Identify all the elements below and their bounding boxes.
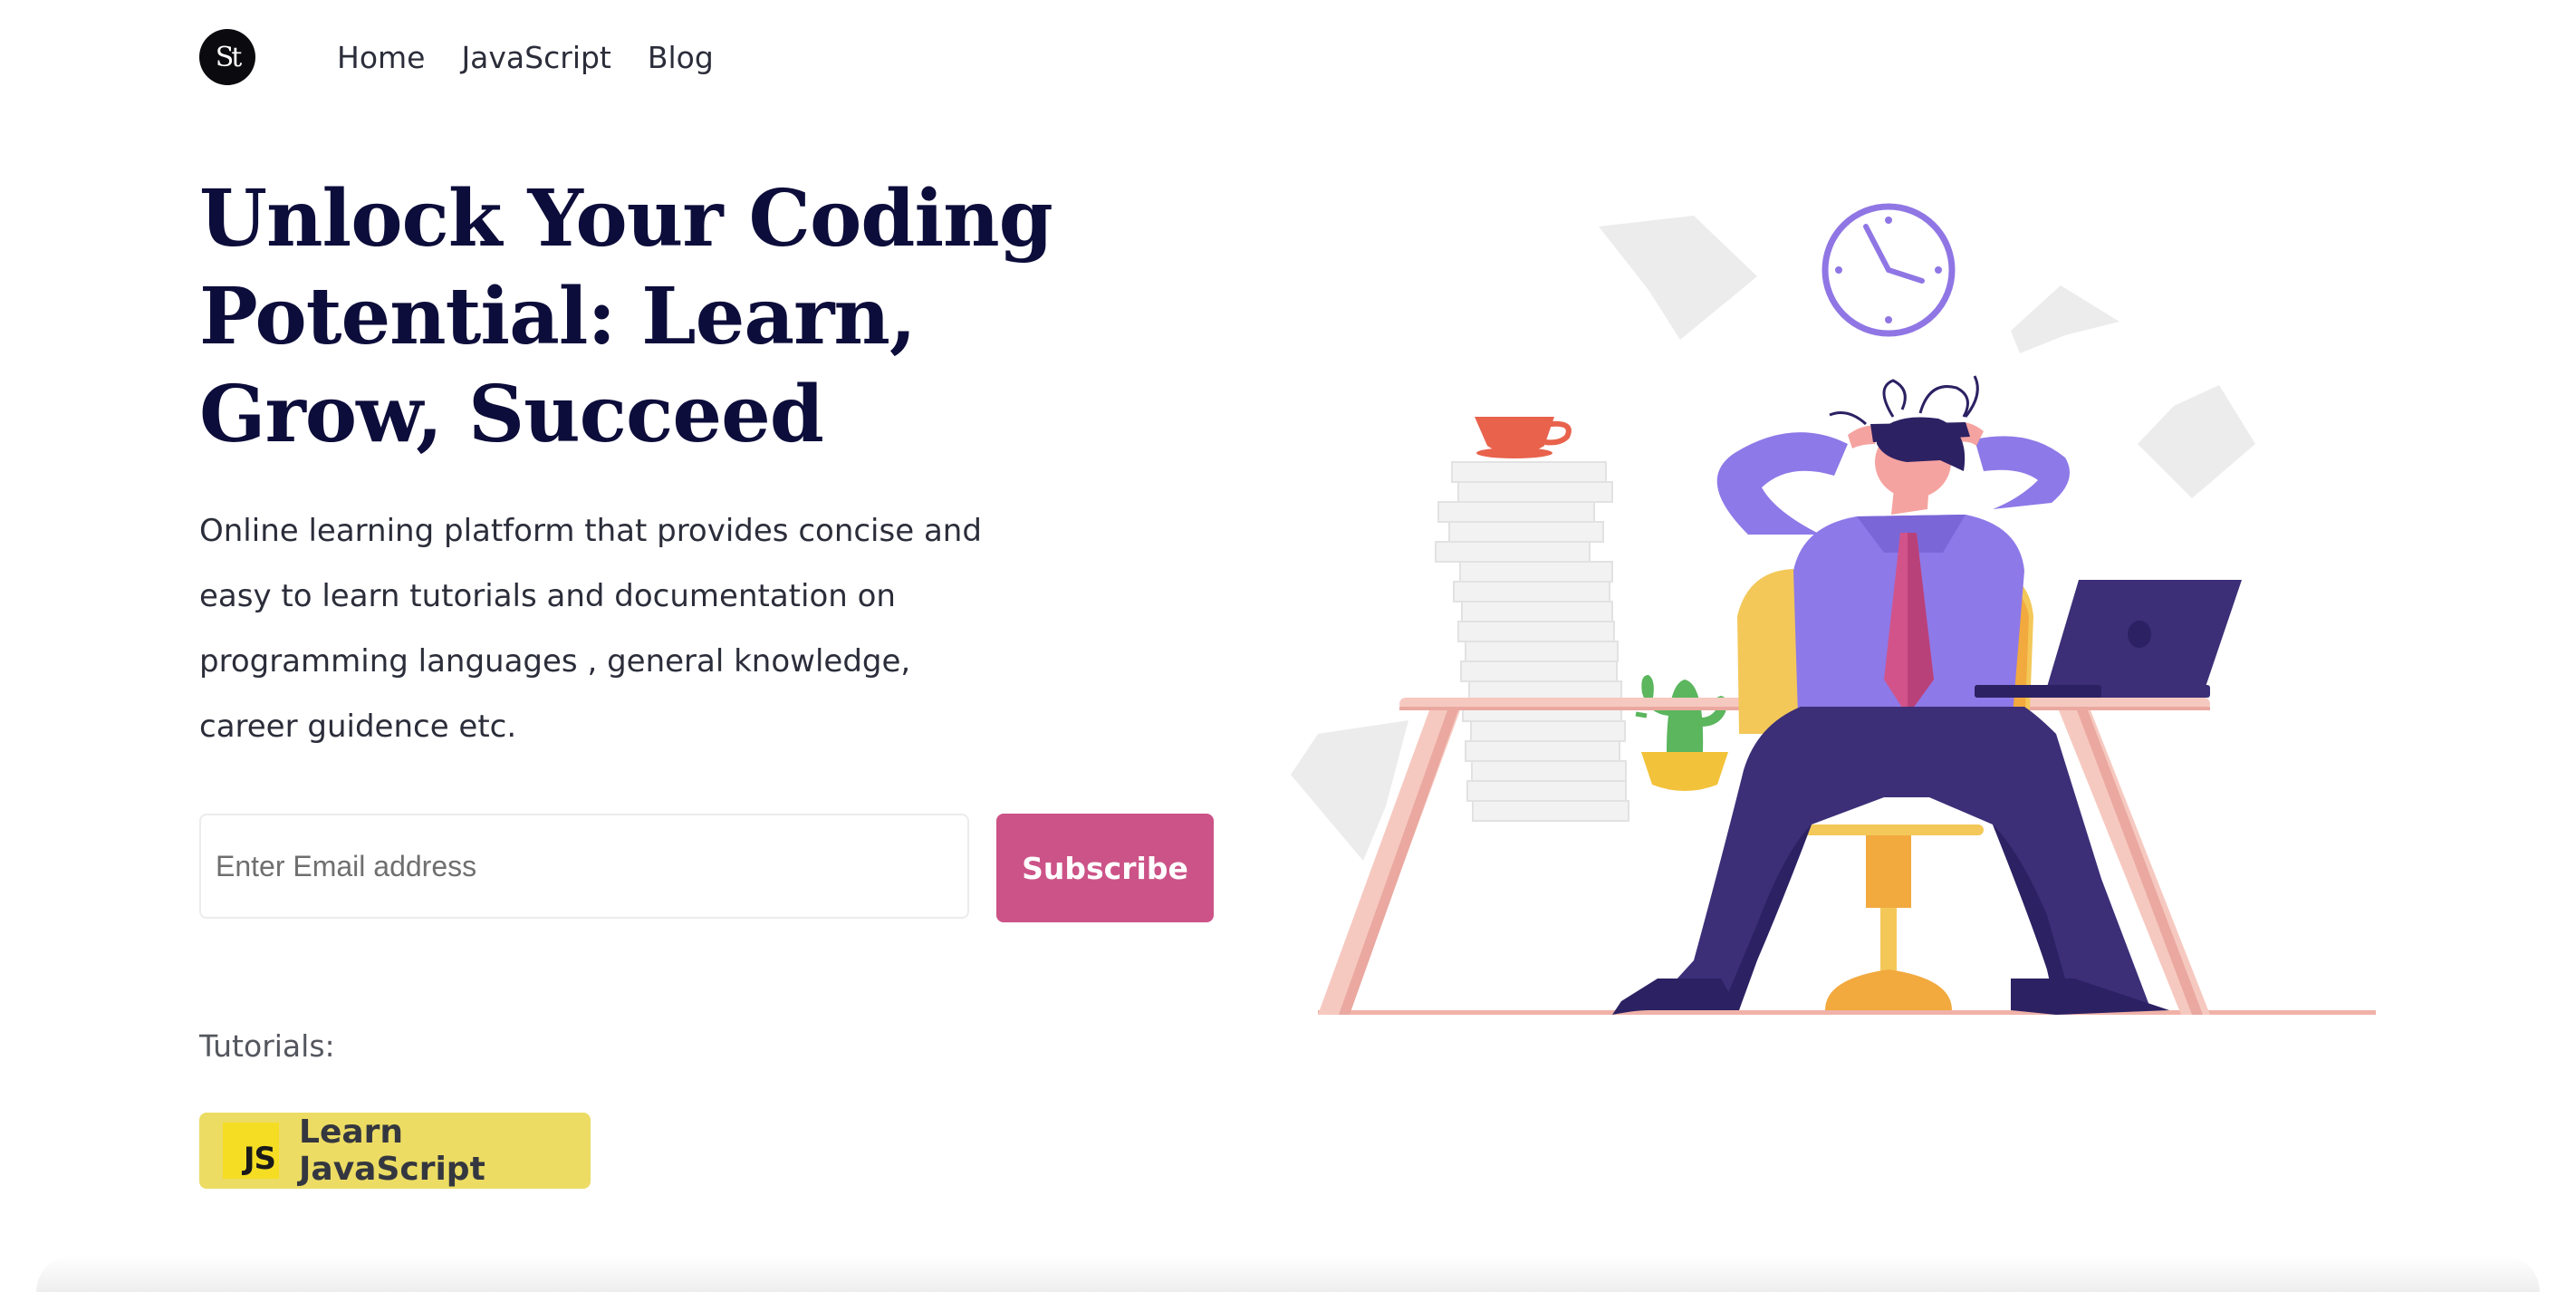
hero-title: Unlock Your Coding Potential: Learn, Gro… xyxy=(199,173,1053,460)
nav-link-blog[interactable]: Blog xyxy=(648,40,714,75)
email-input[interactable] xyxy=(199,814,969,919)
site-logo[interactable]: St xyxy=(199,29,255,85)
hero-description: Online learning platform that provides c… xyxy=(199,513,982,745)
clock-icon xyxy=(1821,203,1956,337)
javascript-icon: JS xyxy=(223,1123,279,1179)
tutorial-label: Learn JavaScript xyxy=(299,1114,485,1188)
nav-link-home[interactable]: Home xyxy=(337,40,425,75)
stressed-worker-illustration xyxy=(1291,203,2376,1015)
tutorials-label: Tutorials: xyxy=(199,1028,335,1064)
bottom-section-edge xyxy=(36,1256,2540,1292)
cactus-plant-icon xyxy=(1635,675,1728,791)
subscribe-button[interactable]: Subscribe xyxy=(996,814,1214,922)
coffee-cup-icon xyxy=(1475,417,1572,458)
learn-javascript-button[interactable]: JS Learn JavaScript xyxy=(199,1113,591,1189)
subscribe-form: Subscribe xyxy=(199,814,1214,922)
top-navigation: St Home JavaScript Blog xyxy=(199,27,714,87)
paper-stack xyxy=(1435,461,1629,822)
nav-link-javascript[interactable]: JavaScript xyxy=(461,40,610,75)
hero-illustration xyxy=(1268,172,2409,1042)
nav-links: Home JavaScript Blog xyxy=(337,40,714,75)
